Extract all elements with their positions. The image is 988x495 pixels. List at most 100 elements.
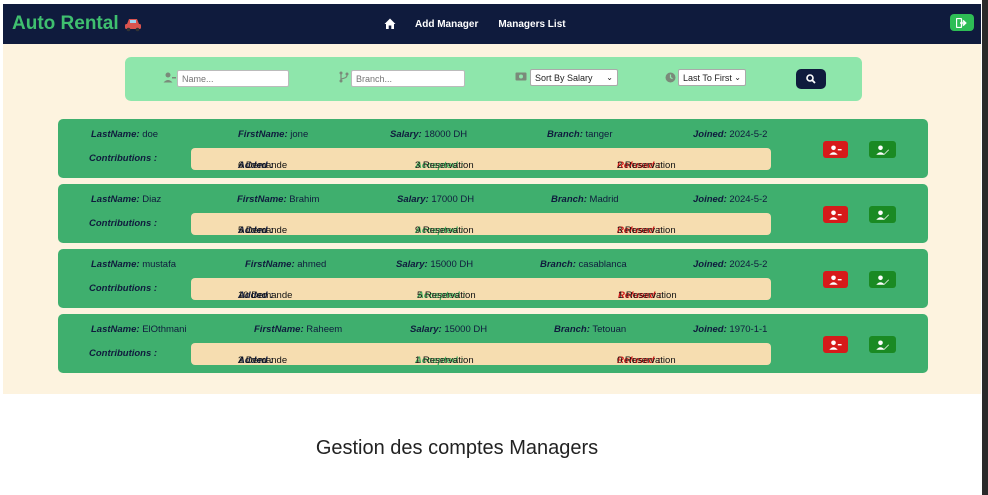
lastname-field: LastName: doe — [91, 129, 158, 140]
salary-field: Salary: 15000 DH — [410, 324, 487, 335]
search-button[interactable] — [796, 69, 826, 89]
salary-value: 15000 DH — [430, 259, 474, 270]
home-icon[interactable] — [384, 18, 396, 30]
salary-label: Salary: — [410, 324, 442, 335]
name-search-input[interactable] — [177, 70, 289, 87]
branch-search-input[interactable] — [351, 70, 465, 87]
joined-value: 2024-5-2 — [729, 259, 768, 270]
contributions-label: Contributions : — [89, 218, 158, 229]
contributions-bar: Added : 2 Demande Accepted : 1 Reservati… — [191, 343, 771, 366]
contributions-label: Contributions : — [89, 348, 158, 359]
firstname-field: FirstName: ahmed — [245, 259, 326, 270]
order-select[interactable]: Last To First ⌄ — [678, 69, 746, 86]
user-edit-icon — [876, 275, 889, 285]
salary-value: 17000 DH — [431, 194, 475, 205]
user-minus-icon — [829, 210, 842, 220]
logout-icon — [956, 17, 967, 28]
logout-button[interactable] — [950, 14, 974, 31]
salary-label: Salary: — [396, 259, 428, 270]
firstname-label: FirstName: — [237, 194, 287, 205]
added-value: 2 Demande — [238, 355, 288, 366]
clock-icon — [665, 72, 676, 83]
manager-info-row: LastName: Diaz FirstName: Brahim Salary:… — [58, 194, 928, 208]
salary-value: 15000 DH — [444, 324, 488, 335]
salary-field: Salary: 15000 DH — [396, 259, 473, 270]
manager-info-row: LastName: mustafa FirstName: ahmed Salar… — [58, 259, 928, 273]
joined-value: 2024-5-2 — [729, 129, 768, 140]
accepted-value: 9 Reservation — [415, 225, 474, 236]
branch-field: Branch: Madrid — [551, 194, 619, 205]
lastname-value: doe — [142, 129, 159, 140]
branch-label: Branch: — [551, 194, 587, 205]
lastname-label: LastName: — [91, 324, 140, 335]
edit-manager-button[interactable] — [869, 336, 896, 353]
firstname-field: FirstName: Brahim — [237, 194, 319, 205]
user-minus-icon — [829, 340, 842, 350]
branch-value: Madrid — [589, 194, 619, 205]
delete-manager-button[interactable] — [823, 141, 848, 158]
joined-field: Joined: 2024-5-2 — [693, 194, 767, 205]
user-tie-icon — [163, 72, 176, 83]
joined-label: Joined: — [693, 129, 727, 140]
car-icon — [125, 19, 141, 32]
lastname-value: mustafa — [142, 259, 177, 270]
firstname-field: FirstName: jone — [238, 129, 308, 140]
chevron-down-icon: ⌄ — [734, 73, 741, 82]
joined-field: Joined: 2024-5-2 — [693, 259, 767, 270]
edit-manager-button[interactable] — [869, 141, 896, 158]
firstname-label: FirstName: — [254, 324, 304, 335]
manager-info-row: LastName: ElOthmani FirstName: Raheem Sa… — [58, 324, 928, 338]
order-select-value: Last To First — [683, 72, 732, 83]
salary-label: Salary: — [397, 194, 429, 205]
branch-value: tanger — [585, 129, 613, 140]
accepted-value: 1 Reservation — [415, 355, 474, 366]
branch-label: Branch: — [540, 259, 576, 270]
refused-value: 3 Reservation — [617, 225, 676, 236]
chevron-down-icon: ⌄ — [606, 73, 613, 82]
lastname-label: LastName: — [91, 259, 140, 270]
edit-manager-button[interactable] — [869, 271, 896, 288]
user-edit-icon — [876, 210, 889, 220]
manager-card: LastName: ElOthmani FirstName: Raheem Sa… — [58, 314, 928, 373]
filter-bar: Sort By Salary ⌄ Last To First ⌄ — [125, 57, 862, 101]
added-value: 6 Demande — [238, 160, 288, 171]
joined-field: Joined: 2024-5-2 — [693, 129, 767, 140]
nav-links: Add Manager Managers List — [384, 18, 586, 30]
branch-value: casablanca — [578, 259, 627, 270]
delete-manager-button[interactable] — [823, 336, 848, 353]
branch-field: Branch: Tetouan — [554, 324, 626, 335]
joined-label: Joined: — [693, 259, 727, 270]
contributions-label: Contributions : — [89, 283, 158, 294]
joined-field: Joined: 1970-1-1 — [693, 324, 767, 335]
contributions-label: Contributions : — [89, 153, 158, 164]
lastname-field: LastName: Diaz — [91, 194, 161, 205]
firstname-value: ahmed — [297, 259, 327, 270]
manager-info-row: LastName: doe FirstName: jone Salary: 18… — [58, 129, 928, 143]
edit-manager-button[interactable] — [869, 206, 896, 223]
nav-managers-list[interactable]: Managers List — [498, 19, 565, 30]
contributions-bar: Added : 10 Demande Accepted : 5 Reservat… — [191, 278, 771, 301]
lastname-value: ElOthmani — [142, 324, 187, 335]
branch-field: Branch: tanger — [547, 129, 612, 140]
sort-select[interactable]: Sort By Salary ⌄ — [530, 69, 618, 86]
added-value: 10 Demande — [238, 290, 293, 301]
refused-value: 2 Reservation — [617, 160, 676, 171]
search-icon — [806, 74, 816, 84]
firstname-value: Raheem — [306, 324, 343, 335]
contributions-bar: Added : 5 Demande Accepted : 9 Reservati… — [191, 213, 771, 236]
joined-value: 2024-5-2 — [729, 194, 768, 205]
user-edit-icon — [876, 340, 889, 350]
brand-logo[interactable]: Auto Rental — [12, 13, 119, 35]
nav-add-manager[interactable]: Add Manager — [415, 19, 478, 30]
accepted-value: 5 Reservation — [417, 290, 476, 301]
firstname-value: Brahim — [289, 194, 320, 205]
refused-value: 1 Reservation — [618, 290, 677, 301]
delete-manager-button[interactable] — [823, 206, 848, 223]
joined-label: Joined: — [693, 324, 727, 335]
joined-label: Joined: — [693, 194, 727, 205]
contributions-bar: Added : 6 Demande Accepted : 3 Reservati… — [191, 148, 771, 171]
delete-manager-button[interactable] — [823, 271, 848, 288]
salary-label: Salary: — [390, 129, 422, 140]
lastname-label: LastName: — [91, 194, 140, 205]
lastname-value: Diaz — [142, 194, 162, 205]
